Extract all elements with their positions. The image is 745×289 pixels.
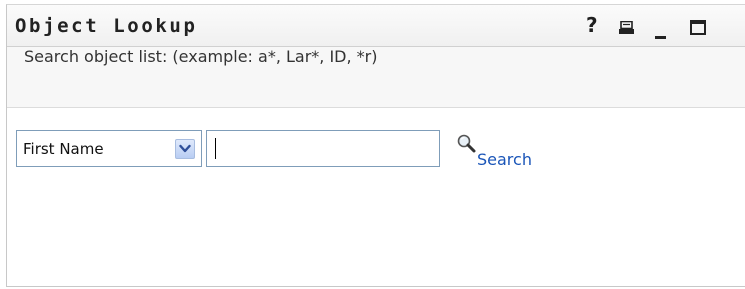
minimize-icon[interactable]	[655, 36, 666, 39]
maximize-icon[interactable]	[690, 20, 706, 35]
instruction-text: Search object list: (example: a*, Lar*, …	[24, 47, 378, 66]
help-icon[interactable]: ?	[586, 14, 598, 36]
window-title: Object Lookup	[15, 15, 198, 37]
chevron-down-icon[interactable]	[175, 139, 195, 159]
search-input[interactable]	[206, 130, 440, 167]
field-select-value: First Name	[23, 140, 104, 158]
text-caret	[215, 138, 216, 159]
print-icon[interactable]	[619, 19, 634, 34]
search-link-label: Search	[477, 150, 532, 169]
title-bar: Object Lookup ?	[7, 5, 745, 47]
magnifier-icon	[456, 133, 478, 159]
field-select[interactable]: First Name	[16, 130, 202, 167]
